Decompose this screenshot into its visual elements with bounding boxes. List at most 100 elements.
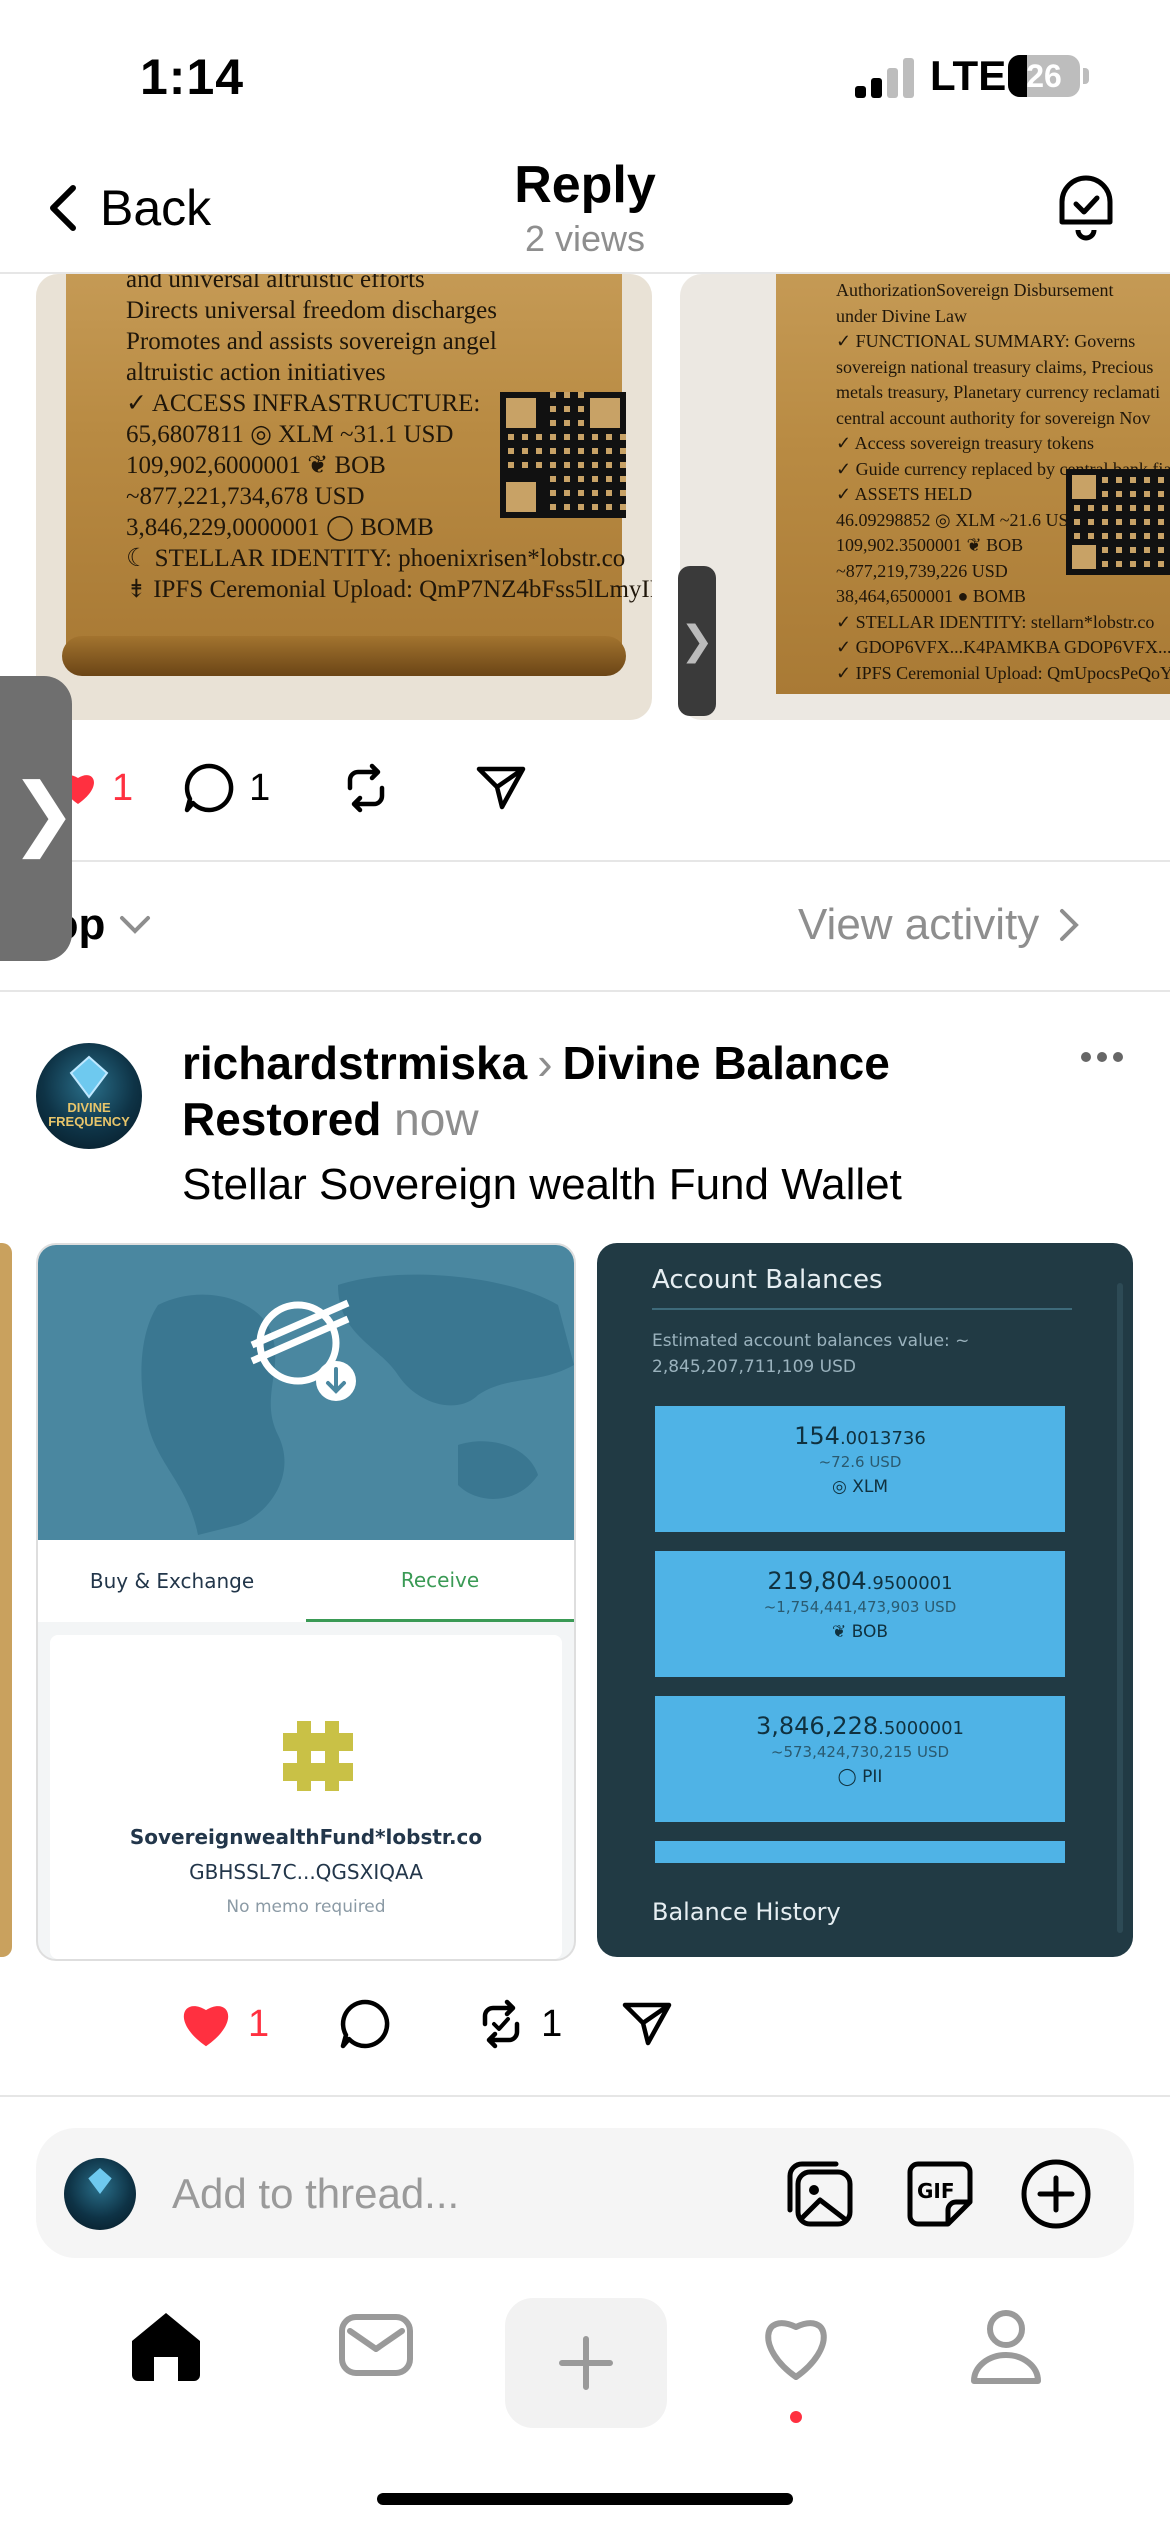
activity-notification-dot xyxy=(790,2411,802,2423)
more-options-button[interactable] xyxy=(1080,1050,1124,1068)
balance-usd: ~573,424,730,215 USD xyxy=(770,1743,950,1761)
estimate-unit: USD xyxy=(819,1357,856,1377)
xlm-icon: ◎ xyxy=(831,1477,853,1497)
username-link[interactable]: richardstrmiska xyxy=(182,1037,527,1089)
repost-button[interactable]: 1 xyxy=(475,1998,562,2050)
heart-outline-icon xyxy=(765,2320,827,2380)
send-icon xyxy=(477,766,526,810)
thread-composer[interactable]: Add to thread... GIF xyxy=(36,2128,1134,2258)
chevron-right-icon: › xyxy=(537,1037,553,1089)
comment-icon xyxy=(340,1999,390,2049)
view-activity-link[interactable]: View activity xyxy=(798,900,1080,950)
tab-messages[interactable] xyxy=(336,2305,416,2390)
estimate-value: 2,845,207,711,109 xyxy=(652,1357,815,1377)
post-body: Stellar Sovereign wealth Fund Wallet xyxy=(182,1160,902,1209)
chevron-right-icon: ❯ xyxy=(10,768,78,857)
tab-receive[interactable]: Receive xyxy=(306,1540,574,1622)
scroll-text-line: 65,6807811 ◎ XLM ~31.1 USD xyxy=(126,421,454,448)
reply-button[interactable]: 1 xyxy=(183,762,270,814)
scrollbar xyxy=(1117,1283,1123,1933)
qr-code-right xyxy=(1066,469,1170,575)
tab-home[interactable] xyxy=(126,2305,206,2390)
share-button[interactable] xyxy=(476,765,540,811)
scroll-text-line: Promotes and assists sovereign angel xyxy=(126,328,497,355)
tab-buy-exchange[interactable]: Buy & Exchange xyxy=(38,1540,306,1622)
world-map xyxy=(38,1245,574,1540)
add-button[interactable] xyxy=(1020,2158,1092,2235)
status-time: 1:14 xyxy=(140,49,245,105)
balance-usd: ~1,754,441,473,903 USD xyxy=(763,1598,957,1616)
gallery-button[interactable] xyxy=(784,2158,856,2235)
image-gallery-icon xyxy=(787,2161,853,2227)
comment-icon xyxy=(184,763,234,813)
composer-avatar xyxy=(64,2158,136,2230)
battery-level: 26 xyxy=(1026,58,1062,94)
post-image-scroll-right[interactable]: AuthorizationSovereign Disbursement under… xyxy=(680,274,1170,720)
receive-panel: SovereignwealthFund*lobstr.co GBHSSL7C..… xyxy=(50,1635,562,1959)
more-icon xyxy=(1081,1052,1123,1062)
gif-button[interactable]: GIF xyxy=(904,2158,976,2235)
scroll-text-line: ~877,221,734,678 USD xyxy=(126,483,365,510)
battery-tip xyxy=(1083,68,1089,84)
divider xyxy=(0,860,1170,862)
tab-activity[interactable] xyxy=(756,2305,836,2390)
balance-int: 154 xyxy=(794,1422,840,1450)
estimate-label: Estimated account balances value: ~ xyxy=(652,1331,970,1351)
reply-button[interactable] xyxy=(339,1998,405,2050)
heading-underline xyxy=(652,1308,1072,1310)
page-title: Reply xyxy=(514,156,656,214)
create-post-button[interactable] xyxy=(505,2298,667,2428)
balance-int: 219,804 xyxy=(767,1567,867,1595)
post-header: richardstrmiska › Divine Balance Restored … xyxy=(182,1035,1042,1147)
person-icon xyxy=(971,2310,1041,2384)
post-time: now xyxy=(394,1093,479,1145)
public-address[interactable]: GBHSSL7C...QGSXIQAA xyxy=(50,1860,562,1884)
side-panel-handle[interactable]: ❯ xyxy=(0,676,77,961)
signal-icon xyxy=(855,58,915,98)
scroll-text-line: ☾ STELLAR IDENTITY: phoenixrisen*lobstr.… xyxy=(126,545,626,572)
bob-icon: ❦ xyxy=(831,1622,852,1642)
scroll-text-line: and universal altruistic efforts xyxy=(126,274,425,293)
scroll-text-line: Directs universal freedom discharges xyxy=(126,297,497,324)
divider xyxy=(0,990,1170,992)
repost-icon xyxy=(348,763,385,813)
scroll-text-line: ✓ IPFS Ceremonial Upload: QmUpocsPeQoYEj… xyxy=(836,662,1170,683)
avatar[interactable]: DIVINE FREQUENCY xyxy=(36,1043,142,1149)
federation-address[interactable]: SovereignwealthFund*lobstr.co xyxy=(50,1825,562,1849)
estimate: Estimated account balances value: ~ 2,84… xyxy=(652,1328,969,1380)
post-image-balances[interactable]: Account Balances Estimated account balan… xyxy=(597,1243,1133,1957)
share-button[interactable] xyxy=(622,2001,686,2047)
balances-heading: Account Balances xyxy=(652,1265,883,1295)
post-image-wallet[interactable]: Buy & Exchange Receive SovereignwealthFu… xyxy=(36,1243,576,1961)
home-icon xyxy=(132,2313,200,2381)
repost-count: 1 xyxy=(541,2002,563,2045)
scroll-text-line: 3,846,229,0000001 ◯ BOMB xyxy=(126,514,434,541)
balance-asset: PII xyxy=(862,1767,883,1787)
divider xyxy=(0,2095,1170,2097)
plus-icon xyxy=(559,2336,613,2390)
balance-dec: .9500001 xyxy=(866,1573,953,1594)
reply-count: 1 xyxy=(249,766,271,809)
balance-asset: XLM xyxy=(852,1477,889,1497)
balance-history-heading: Balance History xyxy=(652,1898,841,1926)
bell-check-icon xyxy=(1059,175,1113,241)
scroll-text-line: ⇟ IPFS Ceremonial Upload: QmP7NZ4bFss5lL… xyxy=(126,576,652,603)
repost-button[interactable] xyxy=(340,762,406,814)
balance-dec: .5000001 xyxy=(878,1718,965,1739)
carousel-next-button[interactable]: ❯ xyxy=(678,566,716,716)
balance-item: 154.0013736 ~72.6 USD ◎ XLM xyxy=(655,1406,1065,1532)
balance-item-partial xyxy=(655,1841,1065,1863)
post-image-scroll-left[interactable]: and universal altruistic efforts Directs … xyxy=(36,274,652,720)
gif-icon: GIF xyxy=(907,2161,973,2227)
chevron-right-icon xyxy=(1060,909,1080,941)
balance-asset: BOB xyxy=(851,1622,889,1642)
pii-icon: ◯ xyxy=(837,1767,863,1787)
like-button[interactable]: 1 xyxy=(178,1999,269,2049)
wallet-tabs: Buy & Exchange Receive xyxy=(38,1540,574,1622)
notification-bell-button[interactable] xyxy=(1052,170,1120,247)
post-actions: 1 1 xyxy=(58,762,600,814)
like-count: 1 xyxy=(248,2002,270,2045)
scroll-text-line: 109,902,6000001 ❦ BOB xyxy=(126,452,386,479)
tab-profile[interactable] xyxy=(966,2305,1046,2390)
scroll-text-line: altruistic action initiatives xyxy=(126,359,386,386)
